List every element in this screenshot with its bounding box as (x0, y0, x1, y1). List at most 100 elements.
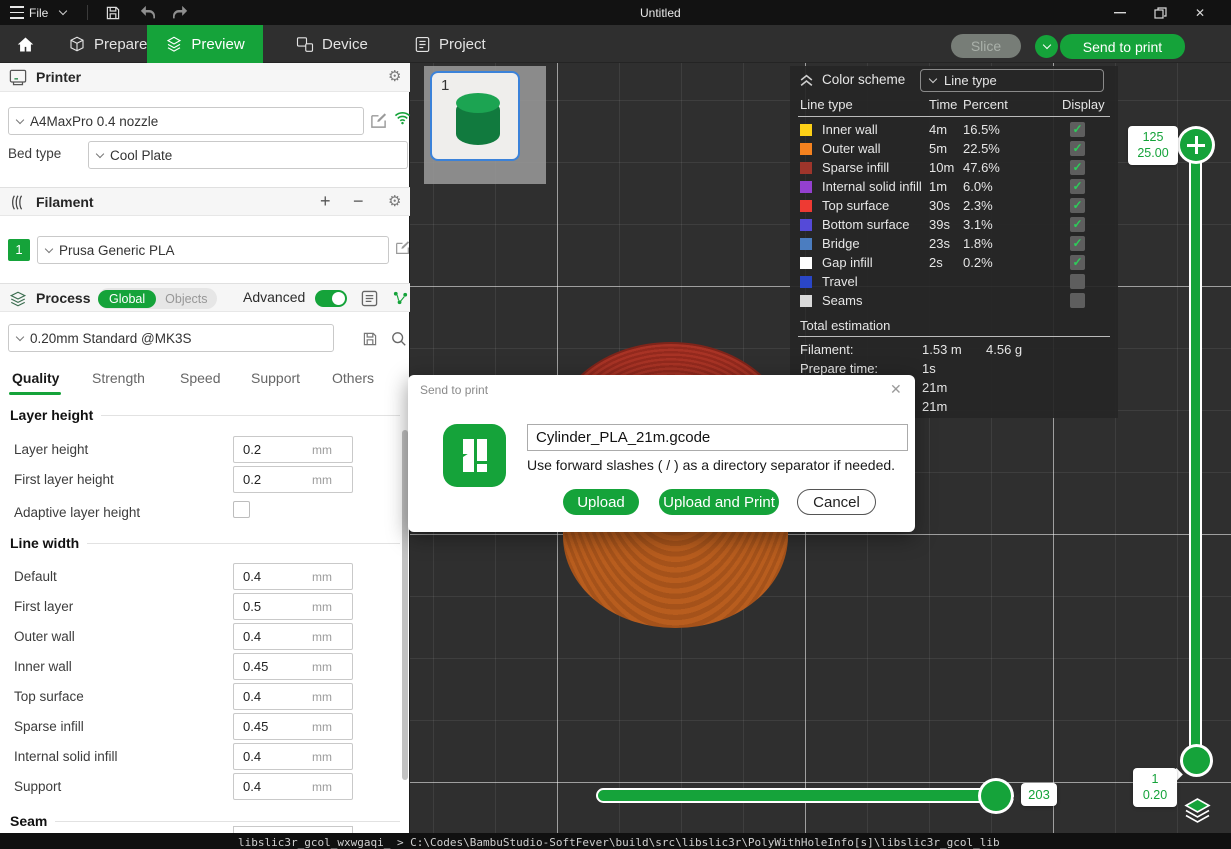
save-preset-icon[interactable] (362, 331, 378, 347)
printer-settings-gear-icon[interactable]: ⚙ (388, 69, 401, 84)
filament-settings-gear-icon[interactable]: ⚙ (388, 194, 401, 209)
first-layer-height-input[interactable]: mm (233, 466, 353, 493)
bed-type-select[interactable]: Cool Plate (88, 141, 408, 169)
menu-icon[interactable] (10, 0, 24, 25)
tab-others[interactable]: Others (332, 370, 374, 386)
printer-preset-select[interactable]: A4MaxPro 0.4 nozzle (8, 107, 364, 135)
collapse-panel-icon[interactable] (799, 74, 814, 87)
line-type-label: Bridge (822, 236, 860, 251)
display-checkbox[interactable]: ✓ (1070, 198, 1085, 213)
plate-thumbnail[interactable]: 1 (430, 71, 520, 161)
file-menu[interactable]: File (29, 0, 48, 25)
display-checkbox[interactable]: ✓ (1070, 236, 1085, 251)
line-width-default-input[interactable]: mm (233, 563, 353, 590)
line-width-inner-wall-input[interactable]: mm (233, 653, 353, 680)
scope-objects-option[interactable]: Objects (156, 290, 216, 308)
display-checkbox[interactable] (1070, 293, 1085, 308)
filament-preset-select[interactable]: Prusa Generic PLA (37, 236, 389, 264)
slice-button[interactable]: Slice (951, 34, 1021, 58)
display-checkbox[interactable]: ✓ (1070, 255, 1085, 270)
layer-slider-bottom-handle[interactable] (1183, 747, 1210, 774)
remove-filament-button[interactable]: − (353, 191, 364, 212)
line-width-first-layer-input[interactable]: mm (233, 593, 353, 620)
setting-label: Internal solid infill (14, 749, 118, 764)
filename-field[interactable] (527, 424, 908, 451)
statusbar: libslic3r_gcol_wxwgaqi_ > C:\Codes\Bambu… (0, 833, 1231, 849)
adaptive-layer-height-checkbox[interactable] (233, 501, 250, 518)
undo-icon[interactable] (139, 0, 156, 25)
line-width-outer-wall-input[interactable]: mm (233, 623, 353, 650)
search-icon[interactable] (391, 331, 407, 347)
line-width-section: Line width (10, 535, 400, 551)
tab-strength[interactable]: Strength (92, 370, 145, 386)
unit-label: mm (312, 630, 332, 644)
display-checkbox[interactable]: ✓ (1070, 179, 1085, 194)
display-checkbox[interactable]: ✓ (1070, 217, 1085, 232)
tab-support[interactable]: Support (251, 370, 300, 386)
filename-input[interactable] (528, 425, 907, 450)
layer-slider-track[interactable] (1191, 145, 1200, 763)
send-to-print-button[interactable]: Send to print (1060, 34, 1185, 59)
time-value: 39s (929, 217, 950, 232)
display-checkbox[interactable]: ✓ (1070, 160, 1085, 175)
dialog-close-icon[interactable]: ✕ (890, 381, 902, 398)
display-checkbox[interactable]: ✓ (1070, 141, 1085, 156)
cancel-button[interactable]: Cancel (797, 489, 876, 515)
line-width-sparse-infill-input[interactable]: mm (233, 713, 353, 740)
window-title: Untitled (640, 0, 681, 25)
wifi-icon[interactable] (394, 111, 411, 125)
display-checkbox[interactable]: ✓ (1070, 122, 1085, 137)
chevron-down-icon (1042, 41, 1050, 49)
redo-icon[interactable] (172, 0, 189, 25)
layer-slider-top-handle[interactable] (1180, 129, 1212, 161)
tab-quality[interactable]: Quality (12, 370, 59, 386)
line-width-support-input[interactable]: mm (233, 773, 353, 800)
view-mode-select[interactable]: Line type (920, 69, 1104, 92)
active-tab-underline (9, 392, 61, 395)
setting-label: Layer height (14, 442, 88, 457)
layers-stack-icon[interactable] (1183, 797, 1212, 824)
close-button[interactable]: ✕ (1185, 0, 1215, 25)
seam-section-title: Seam (10, 813, 47, 829)
save-icon[interactable] (105, 0, 121, 25)
move-slider-handle[interactable] (981, 781, 1011, 811)
layer-height-input[interactable]: mm (233, 436, 353, 463)
file-menu-chevron[interactable] (60, 0, 66, 25)
edit-filament-icon[interactable] (395, 240, 410, 255)
setting-label: First layer height (14, 472, 114, 487)
tab-project[interactable]: Project (406, 25, 494, 63)
parameter-list-icon[interactable] (361, 290, 378, 307)
edit-printer-icon[interactable] (370, 112, 387, 129)
home-button[interactable] (8, 25, 42, 63)
printer-link-icon (443, 424, 506, 487)
send-options-chevron-button[interactable] (1035, 35, 1058, 58)
tab-device[interactable]: Device (288, 25, 376, 63)
move-slider-track[interactable] (598, 790, 998, 801)
tab-speed[interactable]: Speed (180, 370, 220, 386)
unit-label: mm (312, 720, 332, 734)
minimize-button[interactable] (1105, 0, 1135, 25)
tab-preview[interactable]: Preview (147, 25, 263, 63)
process-scope-toggle[interactable]: Global Objects (98, 288, 217, 309)
color-scheme-label: Color scheme (822, 72, 905, 87)
process-preset-select[interactable]: 0.20mm Standard @MK3S (8, 324, 334, 352)
process-params-icon[interactable] (392, 290, 409, 307)
add-filament-button[interactable]: + (320, 191, 331, 212)
color-swatch (800, 219, 812, 231)
layer-top-value: 125 (1130, 129, 1176, 145)
chevron-down-icon (45, 244, 53, 252)
tab-prepare[interactable]: Prepare (58, 25, 157, 63)
upload-button[interactable]: Upload (563, 489, 639, 515)
upload-and-print-button[interactable]: Upload and Print (659, 489, 779, 515)
display-checkbox[interactable] (1070, 274, 1085, 289)
advanced-toggle[interactable] (315, 290, 347, 307)
scope-global-option[interactable]: Global (98, 290, 156, 308)
percent-value: 2.3% (963, 198, 993, 213)
send-to-print-label: Send to print (1083, 39, 1162, 55)
line-width-internal-solid-input[interactable]: mm (233, 743, 353, 770)
chevron-down-icon (16, 115, 24, 123)
line-type-label: Inner wall (822, 122, 878, 137)
line-width-top-surface-input[interactable]: mm (233, 683, 353, 710)
plate-number: 1 (441, 77, 449, 94)
maximize-button[interactable] (1145, 0, 1175, 25)
